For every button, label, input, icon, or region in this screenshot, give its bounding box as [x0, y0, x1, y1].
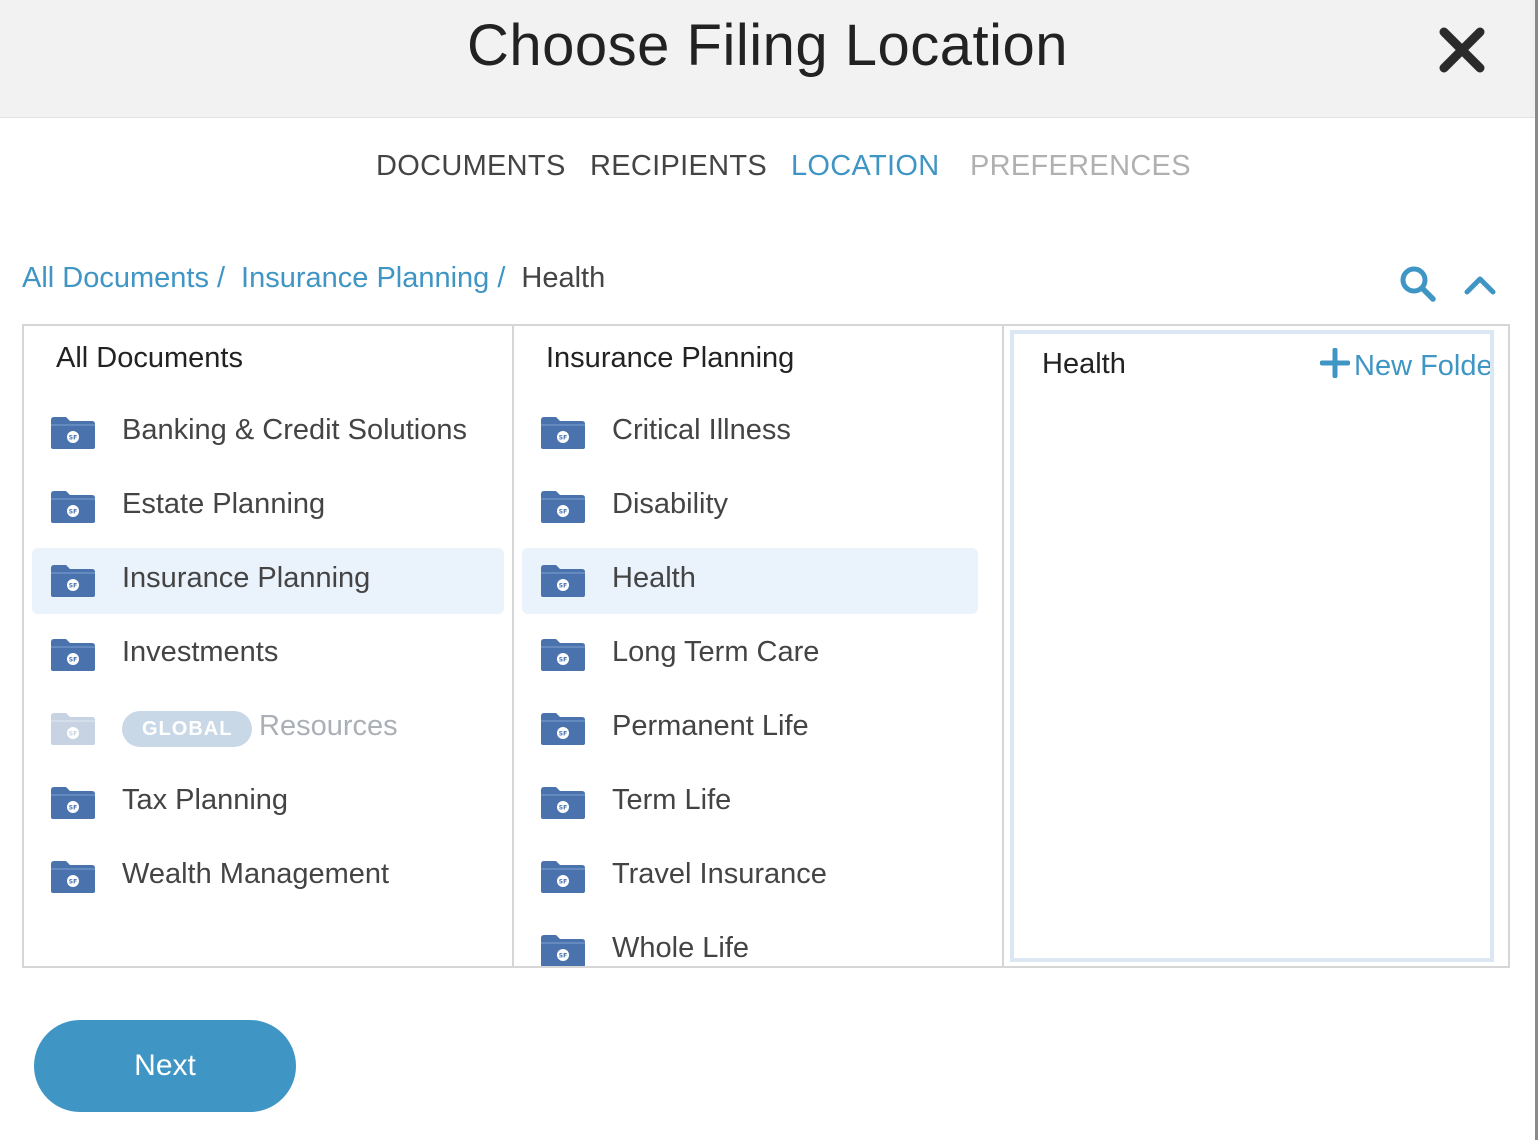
folder-icon: SF	[541, 565, 585, 597]
dialog-header: Choose Filing Location	[0, 0, 1535, 118]
column-title: Health	[1042, 348, 1126, 380]
folder-label: Resources	[259, 710, 398, 742]
folder-badge-text: SF	[69, 731, 77, 738]
folder-icon: SF	[541, 787, 585, 819]
plus-icon	[1320, 348, 1350, 378]
folder-column-insurance-planning: Insurance Planning SF Critical Illness S…	[514, 326, 1004, 966]
folder-item-long-term-care[interactable]: SF Long Term Care	[522, 622, 978, 688]
folder-item-term-life[interactable]: SF Term Life	[522, 770, 978, 836]
folder-badge-text: SF	[559, 805, 567, 812]
folder-icon: SF	[541, 491, 585, 523]
folder-badge-text: SF	[69, 805, 77, 812]
folder-label: Whole Life	[612, 932, 750, 964]
folder-column-root: All Documents SF Banking & Credit Soluti…	[24, 326, 514, 966]
folder-icon: SF	[51, 491, 95, 523]
folder-icon: SF	[51, 417, 95, 449]
drop-target-panel[interactable]: Health New Folder	[1010, 330, 1494, 962]
next-button[interactable]: Next	[34, 1020, 296, 1112]
folder-icon: SF	[541, 935, 585, 966]
column-title: All Documents	[56, 342, 243, 374]
close-button[interactable]	[1432, 20, 1492, 80]
folder-badge-text: SF	[559, 657, 567, 664]
folder-icon: SF	[541, 713, 585, 745]
folder-badge-text: SF	[559, 509, 567, 516]
global-badge: GLOBAL	[122, 711, 253, 747]
folder-icon: SF	[51, 787, 95, 819]
folder-badge-text: SF	[559, 583, 567, 590]
folder-icon: SF	[51, 639, 95, 671]
folder-badge-text: SF	[69, 583, 77, 590]
folder-label: Travel Insurance	[612, 858, 827, 890]
column-title: Insurance Planning	[546, 342, 795, 374]
folder-item-disability[interactable]: SF Disability	[522, 474, 978, 540]
close-icon	[1439, 27, 1485, 73]
breadcrumb-separator: /	[497, 262, 506, 294]
folder-item-travel-insurance[interactable]: SF Travel Insurance	[522, 844, 978, 910]
chevron-up-icon	[1464, 276, 1496, 295]
collapse-button[interactable]	[1462, 268, 1498, 305]
search-button[interactable]	[1398, 264, 1438, 309]
folder-badge-text: SF	[559, 879, 567, 886]
folder-label: Estate Planning	[122, 488, 326, 520]
folder-label: Investments	[122, 636, 279, 668]
folder-label: Permanent Life	[612, 710, 809, 742]
tab-location[interactable]: LOCATION	[791, 150, 940, 183]
folder-item-critical-illness[interactable]: SF Critical Illness	[522, 400, 978, 466]
folder-label: Tax Planning	[122, 784, 289, 816]
folder-item-estate-planning[interactable]: SF Estate Planning	[32, 474, 504, 540]
breadcrumb-separator: /	[216, 262, 226, 294]
folder-item-tax-planning[interactable]: SF Tax Planning	[32, 770, 504, 836]
wizard-steps: DOCUMENTS RECIPIENTS LOCATION PREFERENCE…	[0, 150, 1535, 190]
folder-label: Wealth Management	[122, 858, 390, 890]
tab-recipients[interactable]: RECIPIENTS	[590, 150, 767, 183]
folder-item-banking-credit-solutions[interactable]: SF Banking & Credit Solutions	[32, 400, 504, 466]
tab-preferences: PREFERENCES	[970, 150, 1191, 182]
dialog-title: Choose Filing Location	[466, 13, 1069, 78]
folder-item-investments[interactable]: SF Investments	[32, 622, 504, 688]
breadcrumb-insurance-planning[interactable]: Insurance Planning	[241, 262, 489, 294]
folder-label: Term Life	[612, 784, 732, 816]
folder-icon: SF	[541, 861, 585, 893]
folder-label: Health	[612, 562, 696, 594]
folder-item-health[interactable]: SF Health	[522, 548, 978, 614]
folder-badge-text: SF	[559, 731, 567, 738]
folder-label: Long Term Care	[612, 636, 820, 668]
folder-item-wealth-management[interactable]: SF Wealth Management	[32, 844, 504, 910]
folder-item-resources[interactable]: SF GLOBAL Resources	[32, 696, 504, 762]
folder-badge-text: SF	[69, 879, 77, 886]
folder-icon: SF	[51, 565, 95, 597]
folder-icon: SF	[541, 417, 585, 449]
folder-item-whole-life[interactable]: SF Whole Life	[522, 918, 978, 966]
folder-icon: SF	[51, 713, 95, 745]
breadcrumb-all-documents[interactable]: All Documents	[22, 262, 209, 294]
folder-label: Critical Illness	[612, 414, 791, 446]
folder-icon: SF	[51, 861, 95, 893]
new-folder-button[interactable]: New Folder	[1320, 348, 1494, 383]
breadcrumb: All Documents / Insurance Planning / Health	[22, 262, 605, 302]
folder-item-insurance-planning[interactable]: SF Insurance Planning	[32, 548, 504, 614]
new-folder-label: New Folder	[1354, 350, 1494, 382]
folder-badge-text: SF	[559, 435, 567, 442]
breadcrumb-current: Health	[521, 262, 606, 294]
folder-item-permanent-life[interactable]: SF Permanent Life	[522, 696, 978, 762]
folder-badge-text: SF	[69, 509, 77, 516]
folder-label: Insurance Planning	[122, 562, 371, 594]
search-icon	[1400, 266, 1436, 302]
folder-column-health: Health New Folder	[1006, 326, 1508, 966]
folder-label: Banking & Credit Solutions	[122, 414, 467, 446]
folder-label: Disability	[612, 488, 729, 520]
folder-browser: All Documents SF Banking & Credit Soluti…	[22, 324, 1510, 968]
folder-icon: SF	[541, 639, 585, 671]
folder-badge-text: SF	[559, 953, 567, 960]
folder-badge-text: SF	[69, 657, 77, 664]
folder-badge-text: SF	[69, 435, 77, 442]
tab-documents[interactable]: DOCUMENTS	[376, 150, 566, 183]
